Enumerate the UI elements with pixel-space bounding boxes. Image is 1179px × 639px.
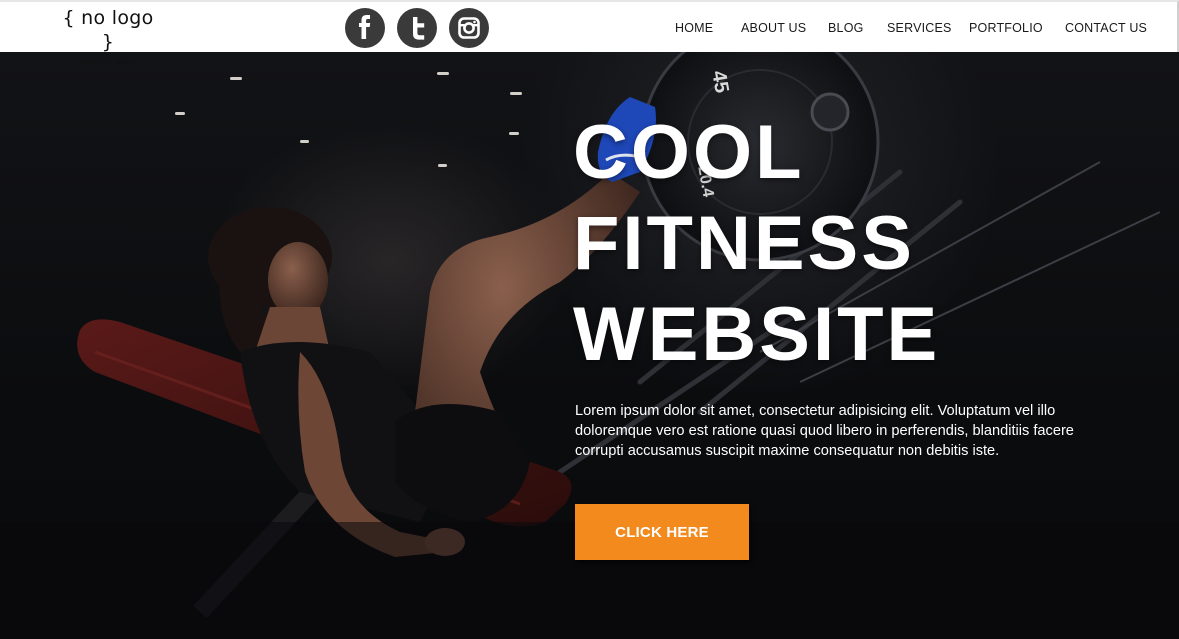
nav-about-us[interactable]: ABOUT US bbox=[741, 21, 806, 35]
nav-contact-us[interactable]: CONTACT US bbox=[1065, 21, 1147, 35]
hero-title-line-1: COOL bbox=[573, 110, 805, 195]
site-logo[interactable]: { no logo } coming soon bbox=[58, 6, 158, 68]
twitter-link[interactable] bbox=[397, 8, 437, 48]
twitter-icon bbox=[413, 17, 425, 40]
hero-title-line-2: FITNESS bbox=[573, 201, 915, 286]
top-navbar: { no logo } coming soon HOME ABOUT US BL… bbox=[0, 0, 1179, 67]
instagram-icon bbox=[458, 17, 480, 39]
hero-description: Lorem ipsum dolor sit amet, consectetur … bbox=[575, 403, 1074, 459]
hero-section: 45 20.4 COOL FITNESS WEBSITE Lorem ipsum… bbox=[0, 52, 1179, 639]
facebook-icon bbox=[359, 15, 371, 39]
nav-portfolio[interactable]: PORTFOLIO bbox=[969, 21, 1043, 35]
plate-number-45: 45 bbox=[707, 69, 733, 95]
hero-title: COOL FITNESS WEBSITE bbox=[573, 107, 940, 380]
facebook-link[interactable] bbox=[345, 8, 385, 48]
hero-title-line-3: WEBSITE bbox=[573, 292, 941, 377]
nav-blog[interactable]: BLOG bbox=[828, 21, 864, 35]
nav-home[interactable]: HOME bbox=[675, 21, 713, 35]
nav-services[interactable]: SERVICES bbox=[887, 21, 952, 35]
logo-subtext: coming soon bbox=[79, 57, 137, 67]
instagram-link[interactable] bbox=[449, 8, 489, 48]
click-here-button[interactable]: CLICK HERE bbox=[575, 504, 749, 560]
logo-text: { no logo } bbox=[62, 7, 154, 53]
